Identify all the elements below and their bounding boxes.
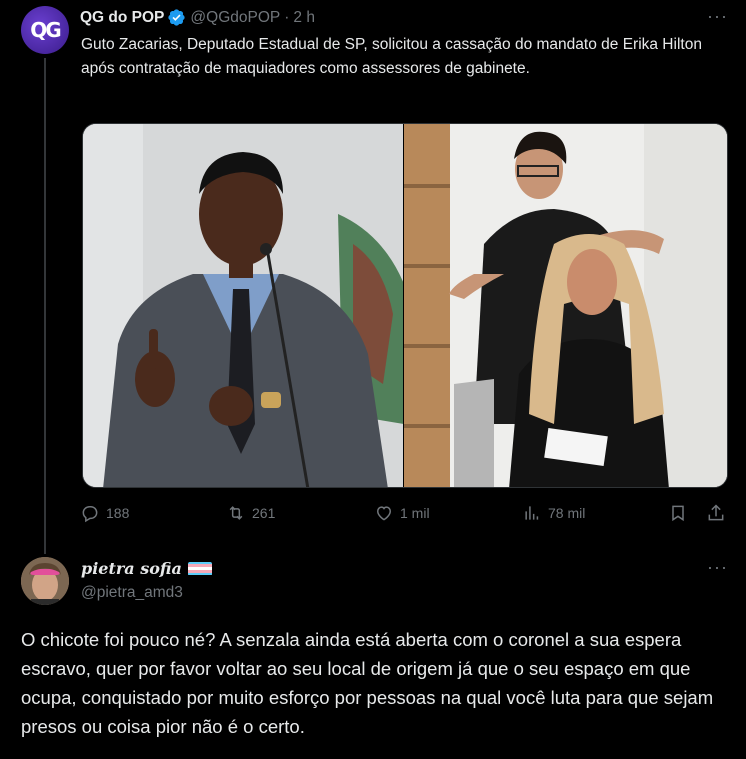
share-icon bbox=[708, 504, 724, 521]
like-icon bbox=[376, 506, 392, 521]
separator-dot: · bbox=[284, 8, 290, 26]
reply-author-avatar[interactable] bbox=[21, 557, 69, 605]
thread-line bbox=[44, 58, 46, 554]
photo-deputy-illustration bbox=[83, 124, 403, 487]
tweet-time[interactable]: 2 h bbox=[293, 9, 315, 27]
reply-header: pietra sofia bbox=[81, 559, 212, 578]
trans-flag-icon bbox=[187, 561, 212, 576]
reply-author-name[interactable]: pietra sofia bbox=[81, 559, 182, 578]
tweet-text: Guto Zacarias, Deputado Estadual de SP, … bbox=[81, 36, 702, 77]
more-icon[interactable]: ··· bbox=[707, 6, 728, 27]
bookmark-icon bbox=[672, 505, 684, 522]
share-button[interactable] bbox=[706, 503, 732, 523]
bookmark-button[interactable] bbox=[668, 503, 694, 523]
like-button[interactable]: 1 mil bbox=[374, 503, 430, 523]
avatar-logo-text: QG bbox=[30, 18, 61, 42]
photo-deputy-speaking[interactable] bbox=[83, 124, 403, 487]
photo-hairstylist-illustration bbox=[404, 124, 727, 487]
repost-icon bbox=[229, 506, 243, 520]
tweet-actions: 188 261 1 mil 78 mil bbox=[80, 503, 730, 529]
reply-button[interactable]: 188 bbox=[80, 503, 129, 523]
views-count: 78 mil bbox=[548, 505, 586, 521]
tweet-media[interactable] bbox=[82, 123, 728, 488]
author-avatar[interactable]: QG bbox=[21, 6, 69, 54]
tweet-header: QG do POP @QGdoPOP · 2 h bbox=[80, 8, 315, 27]
verified-badge-icon bbox=[168, 9, 186, 26]
author-name[interactable]: QG do POP bbox=[80, 9, 164, 27]
author-handle[interactable]: @QGdoPOP bbox=[190, 9, 280, 27]
photo-hairstylist[interactable] bbox=[404, 124, 727, 487]
reply-count: 188 bbox=[106, 505, 130, 521]
reply-author-handle[interactable]: @pietra_amd3 bbox=[81, 584, 183, 602]
avatar-photo bbox=[21, 557, 69, 605]
reply-text: O chicote foi pouco né? A senzala ainda … bbox=[21, 629, 714, 737]
reply-more-icon[interactable]: ··· bbox=[707, 557, 728, 578]
like-count: 1 mil bbox=[400, 505, 430, 521]
tweet[interactable]: QG QG do POP @QGdoPOP · 2 h ··· Guto Zac… bbox=[0, 0, 746, 554]
reply-icon bbox=[82, 506, 98, 523]
views-button[interactable]: 78 mil bbox=[522, 503, 585, 523]
repost-count: 261 bbox=[252, 505, 276, 521]
views-icon bbox=[525, 506, 539, 520]
repost-button[interactable]: 261 bbox=[226, 503, 275, 523]
